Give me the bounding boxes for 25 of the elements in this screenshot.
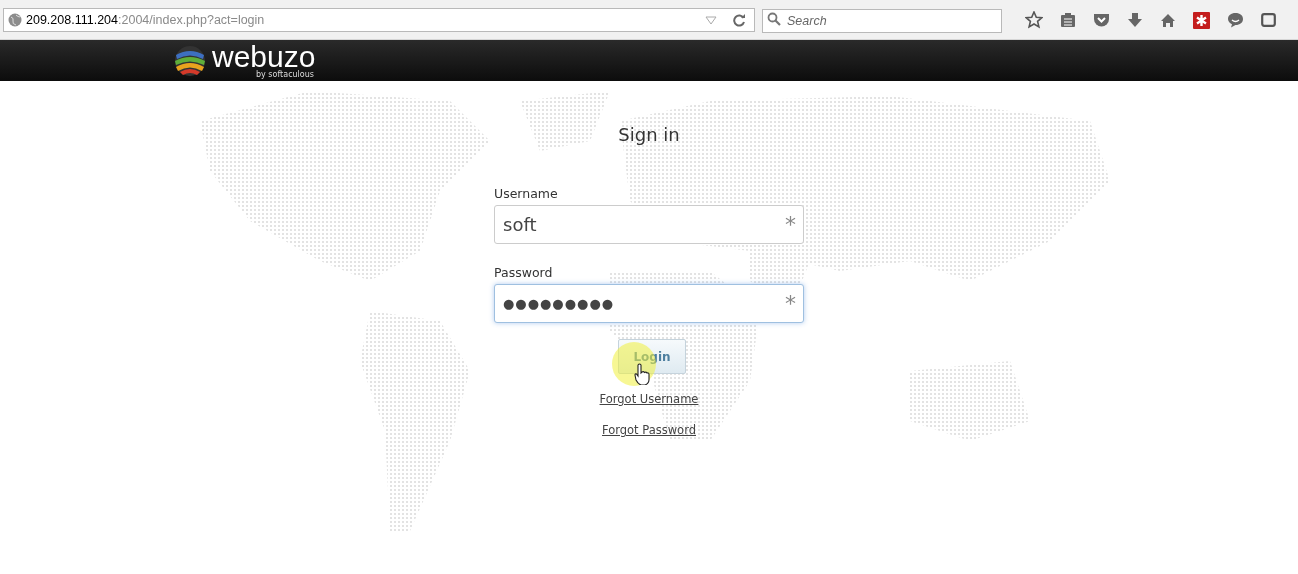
hand-cursor-icon [634, 363, 650, 385]
reading-list-icon[interactable] [1060, 12, 1076, 28]
forgot-password-link[interactable]: Forgot Password [602, 422, 696, 440]
pocket-icon[interactable] [1093, 12, 1110, 28]
field-label: Password [494, 264, 553, 282]
forgot-username-link[interactable]: Forgot Username [599, 391, 699, 409]
required-mark: * [785, 293, 796, 315]
url-host: 209.208.111.204 [26, 12, 118, 27]
search-icon [767, 12, 781, 26]
address-bar[interactable]: 209.208.111.204:2004/index.php?act=login [3, 8, 755, 32]
field-label: Username [494, 185, 558, 203]
globe-icon [8, 13, 22, 27]
reload-icon[interactable] [733, 13, 746, 27]
logo-tagline: by softaculous [256, 71, 315, 79]
star-icon[interactable] [1025, 11, 1043, 29]
download-icon[interactable] [1127, 12, 1143, 28]
window-icon[interactable] [1261, 13, 1276, 27]
url-path: :2004/index.php?act=login [118, 12, 265, 27]
chat-icon[interactable] [1227, 12, 1244, 28]
globe-logo-icon [172, 43, 208, 78]
home-icon[interactable] [1160, 12, 1176, 28]
required-mark: * [785, 214, 796, 236]
password-manager-icon[interactable] [1193, 11, 1210, 29]
search-field[interactable]: Search [762, 9, 1002, 33]
sign-in-title: Sign in [617, 123, 681, 147]
